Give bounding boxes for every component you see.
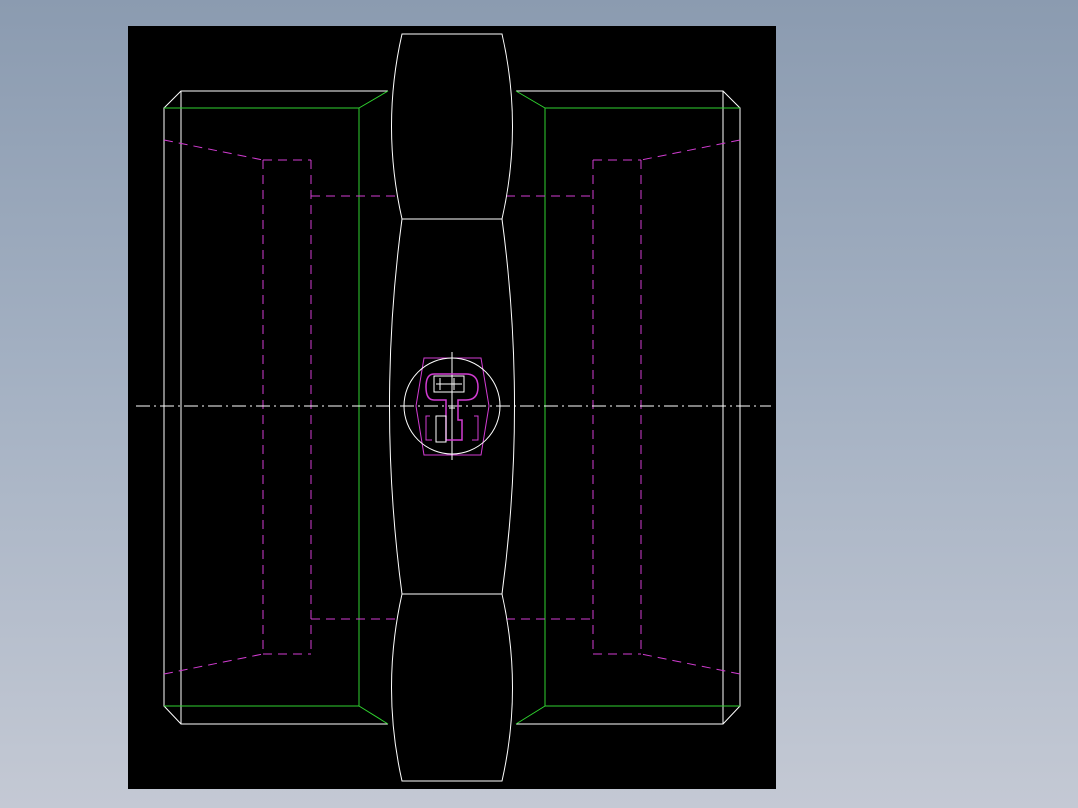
left-body-top-chamfer — [163, 90, 388, 109]
hidden-right-bottom-taper — [640, 653, 741, 675]
right-body-green-edges — [515, 90, 740, 725]
left-body-bottom-chamfer — [163, 705, 388, 725]
hidden-left-top-taper — [163, 139, 264, 161]
right-body-bottom-chamfer — [516, 705, 741, 725]
left-body-green-edges — [164, 90, 389, 725]
left-body — [163, 90, 388, 725]
right-body-outline — [544, 107, 741, 707]
right-body-top-chamfer — [516, 90, 741, 109]
left-body-outline — [163, 107, 360, 707]
hex-top-face — [391, 33, 513, 220]
right-green-top-chamfer — [515, 90, 546, 109]
right-body — [516, 90, 741, 725]
hidden-right-top-taper — [640, 139, 741, 161]
right-green-bottom-chamfer — [515, 705, 546, 725]
left-green-top-chamfer — [358, 90, 389, 109]
left-green-bottom-chamfer — [358, 705, 389, 725]
hidden-left-bottom-taper — [163, 653, 264, 675]
hex-bottom-face — [391, 593, 513, 782]
cad-drawing — [136, 33, 771, 782]
